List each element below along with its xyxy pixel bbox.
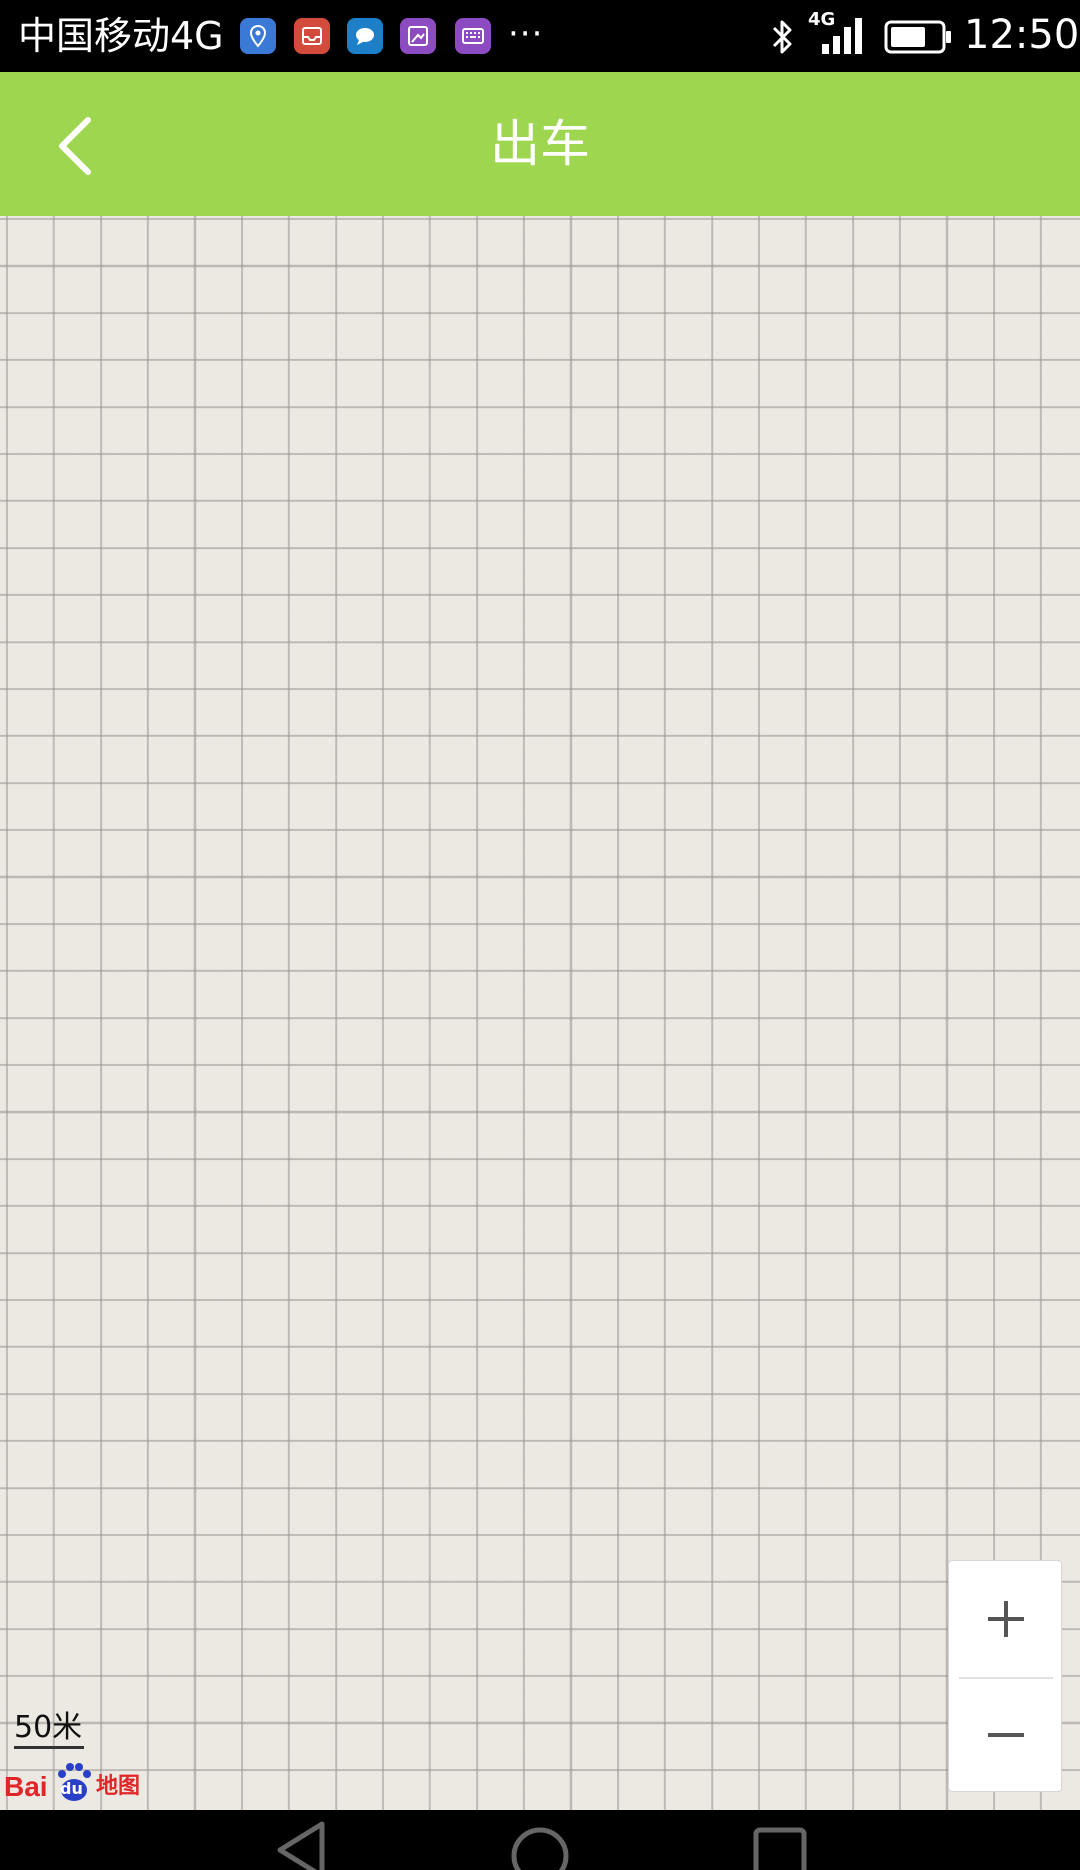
circle-home-icon — [511, 1827, 569, 1870]
app-header: 出车 — [0, 72, 1080, 216]
chat-bubble-icon — [347, 18, 383, 54]
baidu-logo-map-text: 地图 — [96, 1774, 141, 1799]
battery-icon — [884, 20, 951, 54]
triangle-back-icon — [277, 1821, 325, 1870]
system-nav-bar — [0, 1810, 1080, 1870]
map-scale-bar — [14, 1746, 84, 1749]
location-pin-icon — [240, 18, 276, 54]
zoom-control — [948, 1560, 1062, 1792]
chevron-left-icon — [59, 117, 91, 175]
nav-back-button[interactable] — [262, 1816, 342, 1870]
back-button[interactable] — [34, 106, 114, 186]
plus-icon — [988, 1601, 1024, 1637]
baidu-map-logo: Bai du 地图 — [4, 1760, 144, 1808]
image-edit-icon — [400, 18, 436, 54]
baidu-logo-bai-text: Bai — [4, 1771, 48, 1802]
zoom-in-button[interactable] — [949, 1561, 1063, 1677]
page-title: 出车 — [490, 115, 590, 173]
more-notifications-icon: ··· — [508, 14, 544, 54]
map-view[interactable] — [0, 216, 1080, 1810]
baidu-logo-du-text: du — [60, 1779, 83, 1798]
bluetooth-icon — [772, 20, 792, 54]
nav-recents-button[interactable] — [740, 1816, 820, 1870]
status-bar: 中国移动4G ··· 4G 12:50 — [0, 0, 1080, 72]
screen: 中国移动4G ··· 4G 12:50 出车 50米 Bai du 地图 — [0, 0, 1080, 1870]
signal-strength-icon — [822, 18, 862, 54]
minus-icon — [988, 1733, 1024, 1737]
keyboard-icon — [455, 18, 491, 54]
carrier-label: 中国移动4G — [18, 14, 224, 58]
status-clock: 12:50 — [964, 12, 1080, 58]
zoom-out-button[interactable] — [949, 1677, 1063, 1793]
map-scale-label: 50米 — [14, 1710, 83, 1745]
inbox-icon — [294, 18, 330, 54]
nav-home-button[interactable] — [500, 1816, 580, 1870]
square-recents-icon — [753, 1827, 807, 1870]
